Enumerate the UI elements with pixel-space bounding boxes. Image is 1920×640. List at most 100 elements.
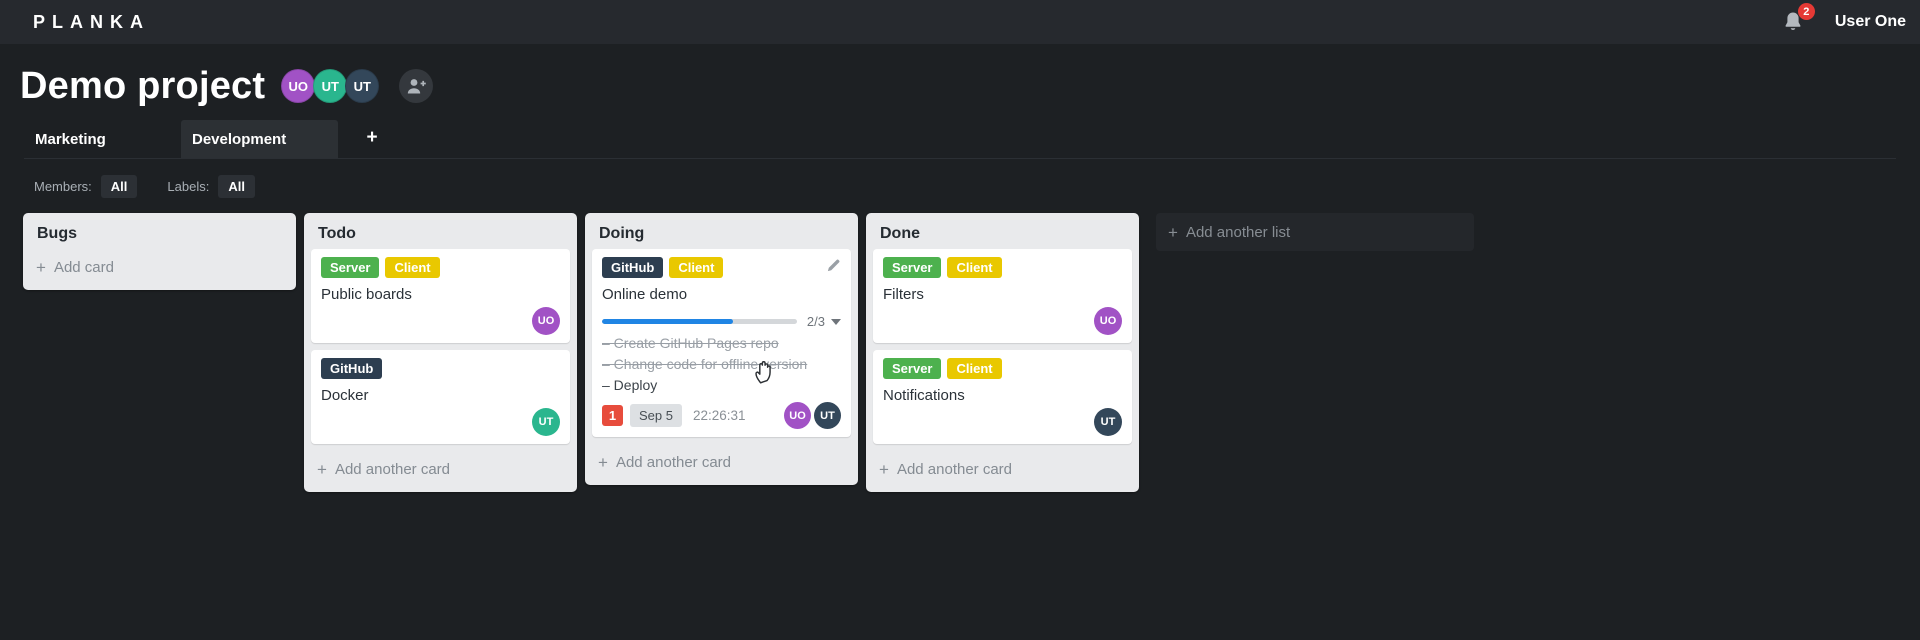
task-item: – Create GitHub Pages repo	[602, 335, 779, 351]
card[interactable]: Server Client Public boards UO	[311, 249, 570, 343]
card[interactable]: GitHub Docker UT	[311, 350, 570, 444]
list-header: Done	[866, 213, 1139, 249]
card-label[interactable]: Client	[385, 257, 440, 278]
edit-card-icon[interactable]	[826, 258, 841, 273]
add-card-label: Add card	[53, 259, 114, 276]
add-card-button[interactable]: + Add card	[23, 249, 296, 290]
card[interactable]: GitHub Client Online demo 2/3 – Create GitHu…	[592, 249, 851, 437]
card-label[interactable]: Server	[883, 358, 942, 379]
topbar-right: 2 User One	[1781, 3, 1906, 35]
card-labels: GitHub Client	[602, 257, 841, 278]
cards-container: Server Client Public boards UO GitHub Docker U…	[304, 249, 577, 444]
card-label[interactable]: Server	[883, 257, 942, 278]
add-card-label: Add another card	[334, 461, 451, 478]
progress-bar	[602, 319, 797, 324]
task-item: – Change code for offline version	[602, 356, 808, 372]
add-card-label: Add another card	[896, 461, 1013, 478]
card[interactable]: Server Client Filters UO	[873, 249, 1132, 343]
card-members: UT	[883, 408, 1122, 436]
notifications-count-badge[interactable]: 1	[602, 405, 623, 426]
card-label[interactable]: Client	[947, 358, 1002, 379]
plus-icon: +	[1168, 222, 1178, 242]
notification-count-badge: 2	[1797, 3, 1815, 20]
add-member-button[interactable]	[399, 69, 434, 103]
card-label[interactable]: GitHub	[602, 257, 664, 278]
filter-bar: Members: All Labels: All	[34, 173, 1920, 199]
project-header: Demo project UO UT UT	[0, 44, 1920, 118]
task-progress: 2/3	[602, 314, 841, 329]
card-labels: Server Client	[883, 358, 1122, 379]
cards-container: GitHub Client Online demo 2/3 – Create GitHu…	[585, 249, 858, 437]
card-member-avatar[interactable]: UT	[1094, 408, 1122, 436]
list-title[interactable]: Done	[880, 225, 920, 242]
plus-icon: +	[317, 460, 327, 479]
page-title[interactable]: Demo project	[20, 65, 265, 108]
card[interactable]: Server Client Notifications UT	[873, 350, 1132, 444]
plus-icon: +	[36, 258, 46, 277]
list-header: Bugs	[23, 213, 296, 249]
card-labels: Server Client	[321, 257, 560, 278]
project-members: UO UT UT	[281, 69, 380, 103]
card-members: UO	[321, 307, 560, 335]
progress-bar-fill	[602, 319, 733, 324]
card-members: UT	[321, 408, 560, 436]
card-member-avatar[interactable]: UT	[532, 408, 560, 436]
list-header: Todo	[304, 213, 577, 249]
add-card-button[interactable]: + Add another card	[866, 451, 1139, 492]
project-member-avatar[interactable]: UT	[313, 69, 348, 103]
list-todo: Todo Server Client Public boards UO GitHub Doc…	[304, 213, 577, 492]
project-member-avatar[interactable]: UT	[345, 69, 380, 103]
add-card-button[interactable]: + Add another card	[585, 444, 858, 485]
list-title[interactable]: Todo	[318, 225, 356, 242]
card-labels: Server Client	[883, 257, 1122, 278]
card-member-avatar[interactable]: UO	[784, 402, 811, 429]
notifications-button[interactable]: 2	[1781, 3, 1815, 35]
card-members: UO	[883, 307, 1122, 335]
list-bugs: Bugs + Add card	[23, 213, 296, 290]
card-title: Online demo	[602, 286, 688, 303]
board-tabs: Marketing Development +	[24, 120, 1896, 159]
cards-container: Server Client Filters UO Server Client Notific…	[866, 249, 1139, 444]
due-date-badge[interactable]: Sep 5	[630, 404, 682, 427]
progress-label: 2/3	[806, 314, 825, 329]
members-filter-value[interactable]: All	[100, 174, 138, 198]
plus-icon: +	[598, 453, 608, 472]
card-footer: 1 Sep 5 22:26:31 UO UT	[602, 402, 841, 429]
members-filter-label: Members:	[34, 178, 92, 194]
timer-value[interactable]: 22:26:31	[693, 408, 746, 423]
plus-icon: +	[879, 460, 889, 479]
card-label[interactable]: Client	[669, 257, 724, 278]
add-list-label: Add another list	[1185, 223, 1291, 241]
card-labels: GitHub	[321, 358, 560, 379]
project-member-avatar[interactable]: UO	[281, 69, 316, 103]
labels-filter-value[interactable]: All	[218, 174, 255, 198]
add-list-button[interactable]: + Add another list	[1156, 213, 1474, 251]
add-member-icon	[408, 79, 427, 94]
board: Bugs + Add card Todo Server Client Public boar…	[0, 199, 1920, 492]
add-card-label: Add another card	[615, 454, 732, 471]
card-title: Docker	[321, 387, 369, 404]
tab-development[interactable]: Development	[181, 120, 338, 158]
card-title: Public boards	[321, 286, 412, 303]
list-title[interactable]: Bugs	[37, 225, 77, 242]
app-logo[interactable]: PLANKA	[13, 12, 150, 33]
card-member-avatar[interactable]: UO	[1094, 307, 1122, 335]
card-member-avatar[interactable]: UT	[814, 402, 841, 429]
card-label[interactable]: GitHub	[321, 358, 383, 379]
card-label[interactable]: Server	[321, 257, 380, 278]
card-member-avatar[interactable]: UO	[532, 307, 560, 335]
list-header: Doing	[585, 213, 858, 249]
add-card-button[interactable]: + Add another card	[304, 451, 577, 492]
tab-marketing[interactable]: Marketing	[24, 120, 181, 158]
card-title: Filters	[883, 286, 924, 303]
list-doing: Doing GitHub Client Online demo 2/3 – Create …	[585, 213, 858, 485]
card-label[interactable]: Client	[947, 257, 1002, 278]
list-done: Done Server Client Filters UO Server Client Not…	[866, 213, 1139, 492]
top-bar: PLANKA 2 User One	[0, 0, 1920, 44]
list-title[interactable]: Doing	[599, 225, 644, 242]
user-menu[interactable]: User One	[1835, 13, 1906, 31]
labels-filter-label: Labels:	[167, 178, 210, 194]
chevron-down-icon[interactable]	[831, 318, 841, 325]
card-members: UO UT	[784, 402, 841, 429]
add-board-button[interactable]: +	[352, 120, 392, 158]
